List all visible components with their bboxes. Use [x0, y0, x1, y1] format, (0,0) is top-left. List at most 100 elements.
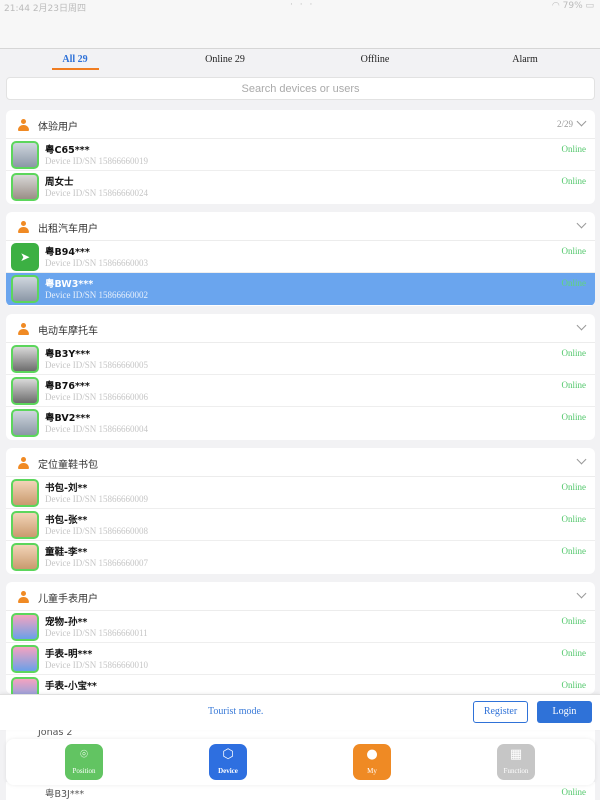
device-row[interactable]: 手表-明*** Device ID/SN 15866660010 Online	[6, 643, 595, 675]
device-name: 书包-张**	[45, 515, 88, 526]
group-header[interactable]: 体验用户 2/29	[6, 110, 595, 139]
tab-online[interactable]: Online 29	[175, 54, 275, 65]
device-sn: Device ID/SN 15866660009	[45, 494, 148, 504]
bottom-tab-bar: ⌾ Position ⬡ Device ● My ▦ Function	[6, 739, 595, 785]
chevron-down-icon[interactable]	[576, 116, 587, 127]
group-name: 电动车摩托车	[38, 326, 98, 337]
chevron-down-icon[interactable]	[576, 454, 587, 465]
device-row[interactable]: 手表-小宝** Online	[6, 675, 595, 694]
device-row[interactable]: ➤ 粤B94*** Device ID/SN 15866660003 Onlin…	[6, 241, 595, 273]
tab-function[interactable]: ▦ Function	[497, 744, 535, 780]
device-status: Online	[561, 514, 587, 524]
device-sn: Device ID/SN 15866660005	[45, 360, 148, 370]
device-row[interactable]: 粤B3Y*** Device ID/SN 15866660005 Online	[6, 343, 595, 375]
device-row-selected[interactable]: 粤BW3*** Device ID/SN 15866660002 Online	[6, 273, 595, 305]
person-icon	[18, 323, 29, 335]
device-row[interactable]: 书包-刘** Device ID/SN 15866660009 Online	[6, 477, 595, 509]
multitask-dots: · · ·	[290, 0, 315, 10]
motorbike-photo-icon	[11, 345, 39, 373]
device-status: Online	[561, 278, 587, 288]
device-status: Online	[561, 787, 587, 797]
register-button[interactable]: Register	[473, 701, 528, 723]
scooter-photo-icon	[11, 377, 39, 405]
device-row[interactable]: 宠物-孙** Device ID/SN 15866660011 Online	[6, 611, 595, 643]
chevron-down-icon[interactable]	[576, 588, 587, 599]
device-status: Online	[561, 412, 587, 422]
tab-my[interactable]: ● My	[353, 744, 391, 780]
car-photo-icon	[11, 409, 39, 437]
watch-photo-icon	[11, 613, 39, 641]
device-group: 体验用户 2/29 粤C65*** Device ID/SN 158666600…	[6, 110, 595, 204]
group-name: 定位童鞋书包	[38, 460, 98, 471]
person-icon: ●	[366, 747, 378, 762]
device-group: 儿童手表用户 宠物-孙** Device ID/SN 15866660011 O…	[6, 582, 595, 694]
paper-plane-icon: ➤	[11, 243, 39, 271]
group-header[interactable]: 出租汽车用户	[6, 212, 595, 241]
device-sn: Device ID/SN 15866660003	[45, 258, 148, 268]
cube-icon: ⬡	[222, 747, 234, 762]
person-icon	[18, 591, 29, 603]
watch-photo-icon	[11, 677, 39, 694]
group-header[interactable]: 定位童鞋书包	[6, 448, 595, 477]
device-name: 粤BW3***	[45, 279, 94, 290]
device-row[interactable]: 周女士 Device ID/SN 15866660024 Online	[6, 171, 595, 203]
group-name: 出租汽车用户	[38, 224, 98, 235]
car-photo-icon	[11, 275, 39, 303]
device-sn: Device ID/SN 15866660004	[45, 424, 148, 434]
device-sn: Device ID/SN 15866660002	[45, 290, 148, 300]
device-status: Online	[561, 616, 587, 626]
status-battery: ◠ 79% ▭	[551, 1, 594, 11]
device-group: 定位童鞋书包 书包-刘** Device ID/SN 15866660009 O…	[6, 448, 595, 574]
device-name: 粤B76***	[45, 381, 90, 392]
tab-device[interactable]: ⬡ Device	[209, 744, 247, 780]
device-row[interactable]: 童鞋-李** Device ID/SN 15866660007 Online	[6, 541, 595, 573]
device-status: Online	[561, 176, 587, 186]
tourist-mode-message: Tourist mode.	[208, 706, 264, 717]
system-status-bar: 21:44 2月23日周四 · · · ◠ 79% ▭	[0, 0, 600, 14]
tab-label: Function	[503, 767, 529, 775]
chevron-down-icon[interactable]	[576, 320, 587, 331]
device-status: Online	[561, 246, 587, 256]
chevron-down-icon[interactable]	[576, 218, 587, 229]
device-row[interactable]: 书包-张** Device ID/SN 15866660008 Online	[6, 509, 595, 541]
location-pin-icon: ⌾	[80, 747, 88, 762]
tab-all[interactable]: All 29	[25, 54, 125, 65]
child-photo-icon	[11, 543, 39, 571]
device-group: 电动车摩托车 粤B3Y*** Device ID/SN 15866660005 …	[6, 314, 595, 440]
person-icon	[18, 221, 29, 233]
group-header[interactable]: 儿童手表用户	[6, 582, 595, 611]
search-input[interactable]: Search devices or users	[6, 77, 595, 100]
device-name: 粤B94***	[45, 247, 90, 258]
device-name: 手表-小宝**	[45, 681, 97, 692]
device-status: Online	[561, 482, 587, 492]
status-time: 21:44 2月23日周四	[4, 4, 86, 14]
tab-offline[interactable]: Offline	[325, 54, 425, 65]
tab-label: Position	[72, 767, 96, 775]
device-status: Online	[561, 380, 587, 390]
device-sn: Device ID/SN 15866660019	[45, 156, 148, 166]
tab-position[interactable]: ⌾ Position	[65, 744, 103, 780]
tab-label: My	[367, 767, 377, 775]
group-name: 体验用户	[38, 122, 78, 133]
login-button[interactable]: Login	[537, 701, 592, 723]
device-name: 周女士	[45, 177, 74, 188]
child-photo-icon	[11, 479, 39, 507]
device-status: Online	[561, 144, 587, 154]
tourist-mode-banner: Tourist mode. Register Login	[0, 694, 600, 730]
device-name: 粤BV2***	[45, 413, 91, 424]
device-row[interactable]: 粤BV2*** Device ID/SN 15866660004 Online	[6, 407, 595, 439]
device-row[interactable]: 粤C65*** Device ID/SN 15866660019 Online	[6, 139, 595, 171]
child-photo-icon	[11, 511, 39, 539]
device-name: 书包-刘**	[45, 483, 88, 494]
navigation-bar	[0, 14, 600, 49]
device-sn: Device ID/SN 15866660010	[45, 660, 148, 670]
watch-photo-icon	[11, 645, 39, 673]
active-tab-indicator	[52, 68, 99, 70]
device-status: Online	[561, 648, 587, 658]
person-icon	[18, 457, 29, 469]
device-row[interactable]: 粤B76*** Device ID/SN 15866660006 Online	[6, 375, 595, 407]
car-photo-icon	[11, 141, 39, 169]
group-header[interactable]: 电动车摩托车	[6, 314, 595, 343]
group-count: 2/29	[556, 119, 573, 129]
tab-alarm[interactable]: Alarm	[475, 54, 575, 65]
